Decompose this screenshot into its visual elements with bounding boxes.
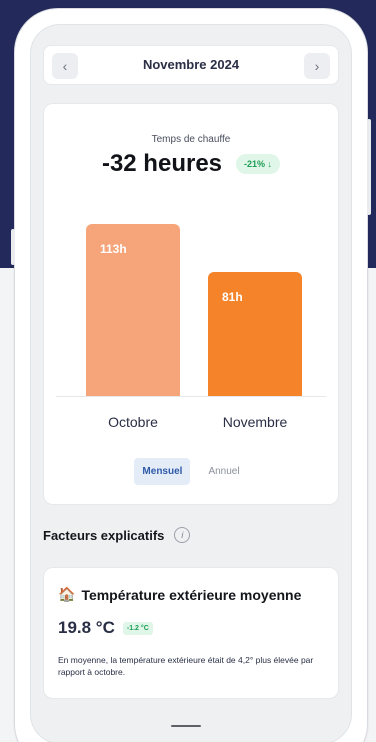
side-button-right (367, 119, 371, 215)
bar-novembre: 81h (208, 272, 302, 396)
heating-time-card: Temps de chauffe -32 heures -21% ↓ 113h O… (43, 103, 339, 505)
month-navigator: ‹ Novembre 2024 › (43, 45, 339, 85)
factor-card[interactable]: 🏠 Température extérieure moyenne 19.8 °C… (43, 567, 339, 699)
month-label: Novembre 2024 (142, 57, 240, 72)
bar-value-label: 81h (222, 290, 243, 304)
factor-badge: -1.2 °C (122, 621, 153, 635)
stat-value: -32 heures (101, 150, 223, 177)
factor-title: Température extérieure moyenne (81, 586, 302, 603)
factors-section-title: Facteurs explicatifs i (43, 527, 191, 543)
bar-octobre: 113h (86, 224, 180, 396)
chevron-right-icon[interactable]: › (304, 53, 330, 79)
app-screen: ‹ Novembre 2024 › Temps de chauffe -32 h… (30, 24, 352, 742)
factor-value: 19.8 °C (58, 618, 115, 637)
side-button-top (11, 229, 15, 265)
category-label: Novembre (222, 414, 288, 430)
bar-value-label: 113h (100, 242, 127, 256)
chart-baseline (56, 396, 326, 397)
change-badge: -21% ↓ (236, 154, 281, 174)
bar-chart: 113h Octobre 81h Novembre (56, 194, 326, 434)
house-icon: 🏠 (58, 586, 76, 602)
home-indicator (171, 725, 201, 727)
category-label: Octobre (108, 414, 158, 430)
toggle-monthly[interactable]: Mensuel (134, 458, 191, 485)
period-toggle: Mensuel Annuel (44, 458, 338, 485)
factor-value-row: 19.8 °C -1.2 °C (58, 618, 153, 638)
toggle-yearly[interactable]: Annuel (200, 458, 247, 485)
info-icon[interactable]: i (174, 527, 191, 543)
factor-description: En moyenne, la température extérieure ét… (58, 655, 314, 677)
stat-row: -32 heures -21% ↓ (44, 150, 338, 178)
stat-caption: Temps de chauffe (151, 134, 231, 145)
factor-title-row: 🏠 Température extérieure moyenne (58, 586, 301, 603)
factors-title: Facteurs explicatifs (43, 527, 165, 543)
